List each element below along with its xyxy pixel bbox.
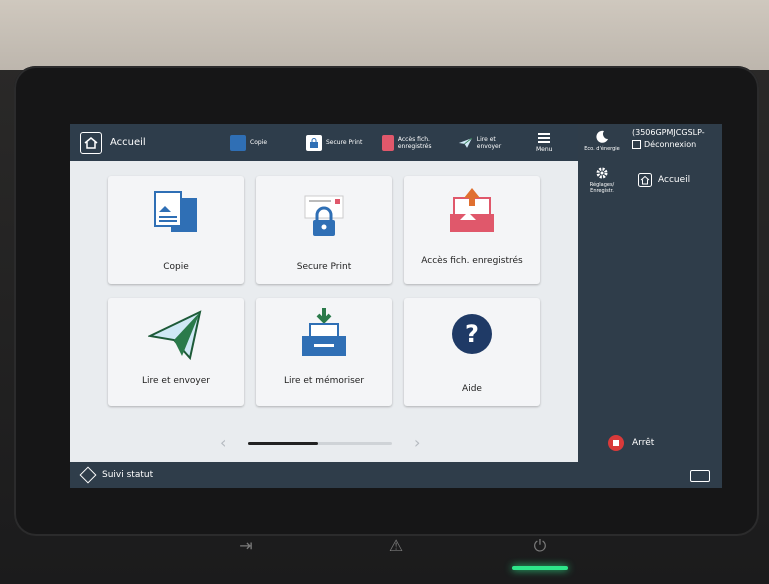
home-icon: [80, 131, 102, 154]
right-panel: Eco. d'énergie (3506GPMJCGSLP- Déconnexi…: [578, 124, 722, 488]
copy-shortcut-label: Copie: [250, 139, 268, 146]
settings-button[interactable]: Réglages/ Enregistr.: [578, 162, 626, 198]
tile-scan-send-label: Lire et envoyer: [142, 376, 210, 386]
tile-copy[interactable]: Copie: [108, 176, 244, 284]
keyboard-icon[interactable]: [690, 470, 710, 482]
login-arrow-icon: ⇥: [239, 536, 253, 555]
paper-plane-icon: [148, 310, 202, 360]
status-monitor-button[interactable]: Suivi statut: [102, 470, 153, 480]
user-panel: (3506GPMJCGSLP- Déconnexion: [628, 124, 722, 161]
page-indicator: ‹ ›: [220, 435, 430, 451]
lock-icon: [304, 195, 344, 236]
scan-store-icon: [302, 308, 346, 356]
menu-button[interactable]: Menu: [536, 127, 552, 158]
tile-help[interactable]: ? Aide: [404, 298, 540, 406]
home-label: Accueil: [110, 137, 146, 148]
stop-button[interactable]: Arrêt: [608, 430, 716, 456]
stored-files-icon: [450, 188, 494, 232]
stop-icon: [608, 435, 624, 451]
scan-send-shortcut-button[interactable]: Lire et envoyer: [458, 127, 514, 158]
moon-icon: [596, 130, 608, 143]
warning-icon: ⚠: [388, 536, 404, 555]
copy-shortcut-button[interactable]: Copie: [230, 127, 267, 158]
page-thumb: [248, 442, 318, 445]
right-bottom-bar: [578, 462, 722, 488]
tile-stored-files-label: Accès fich. enregistrés: [421, 256, 523, 266]
secure-print-shortcut-button[interactable]: Secure Print: [306, 127, 362, 158]
copy-icon: [154, 191, 197, 232]
secure-print-shortcut-label: Secure Print: [326, 139, 363, 146]
tile-scan-store[interactable]: Lire et mémoriser: [256, 298, 392, 406]
chevron-right-icon[interactable]: ›: [414, 435, 420, 451]
power-icon[interactable]: ⏻: [528, 536, 552, 556]
home-button[interactable]: Accueil: [70, 124, 210, 161]
gear-icon: [596, 167, 608, 179]
settings-label: Réglages/ Enregistr.: [589, 182, 615, 194]
tile-scan-send[interactable]: Lire et envoyer: [108, 298, 244, 406]
menu-label: Menu: [536, 145, 553, 153]
bottom-bar: Suivi statut: [70, 462, 578, 488]
touch-screen: Accueil Copie Secure Print Accès fich. e…: [70, 124, 722, 488]
home-panel-label: Accueil: [658, 175, 691, 185]
tile-stored-files[interactable]: Accès fich. enregistrés: [404, 176, 540, 284]
stored-files-icon: [382, 134, 394, 151]
hamburger-icon: [538, 132, 551, 143]
copy-icon: [230, 134, 246, 151]
logout-icon: [632, 140, 641, 149]
question-icon: ?: [452, 314, 492, 354]
scan-send-shortcut-label: Lire et envoyer: [476, 135, 502, 150]
stop-label: Arrêt: [632, 438, 655, 448]
tile-copy-label: Copie: [163, 262, 189, 272]
chevron-left-icon[interactable]: ‹: [220, 435, 226, 451]
tile-help-label: Aide: [462, 384, 482, 394]
stored-files-shortcut-label: Accès fich. enregistrés: [397, 135, 432, 150]
wall-background: [0, 0, 769, 70]
home-panel-button[interactable]: Accueil: [628, 168, 718, 192]
stored-files-shortcut-button[interactable]: Accès fich. enregistrés: [382, 127, 448, 158]
energy-saver-label: Eco. d'énergie: [584, 146, 620, 152]
svg-text:?: ?: [465, 320, 479, 348]
logout-button[interactable]: Déconnexion: [632, 140, 718, 149]
logout-label: Déconnexion: [644, 140, 697, 149]
paper-plane-icon: [458, 137, 473, 148]
tile-secure-print-label: Secure Print: [296, 262, 352, 272]
energy-saver-button[interactable]: Eco. d'énergie: [578, 124, 626, 161]
tile-secure-print[interactable]: Secure Print: [256, 176, 392, 284]
tile-scan-store-label: Lire et mémoriser: [283, 376, 365, 386]
home-icon: [638, 173, 652, 187]
power-led: [512, 566, 568, 570]
lock-icon: [306, 134, 322, 151]
user-id: (3506GPMJCGSLP-: [632, 128, 705, 137]
status-monitor-icon: [79, 466, 97, 484]
